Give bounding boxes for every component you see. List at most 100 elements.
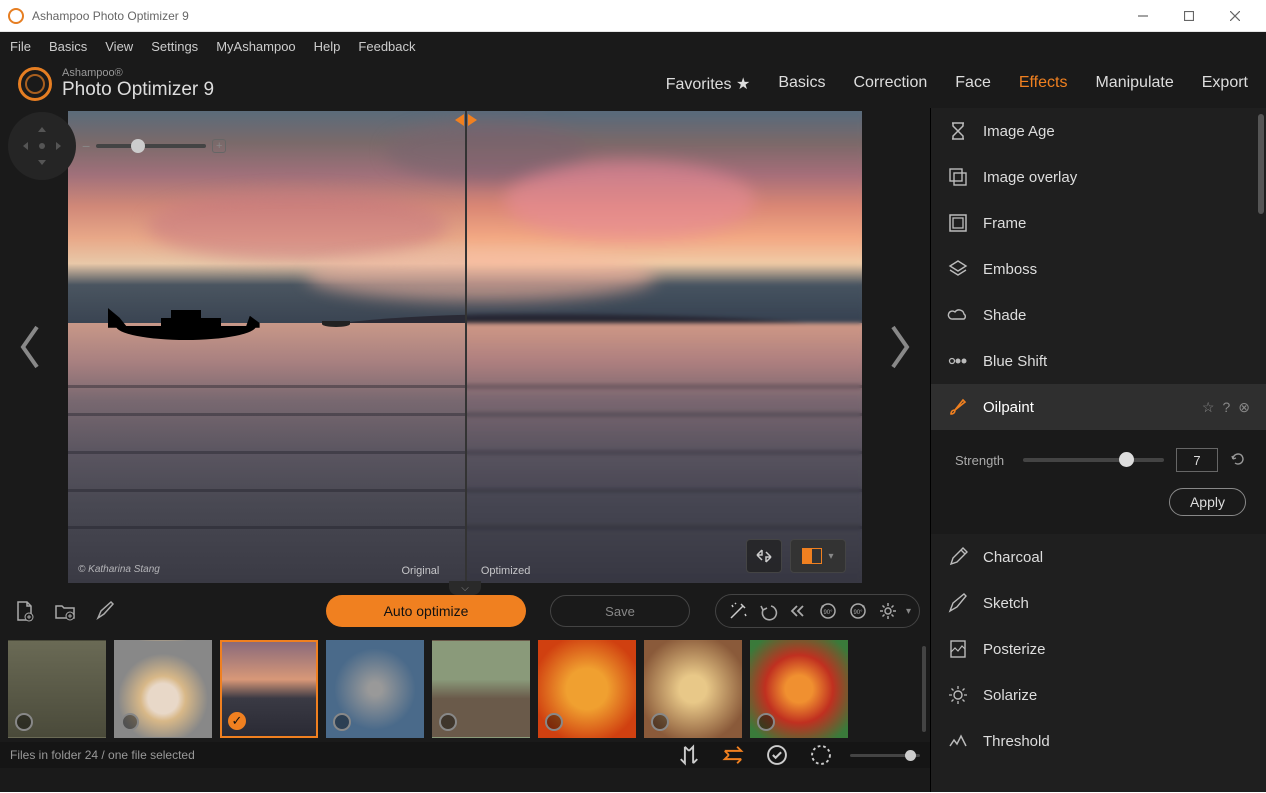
zoom-track[interactable] (96, 144, 206, 148)
rotate-right-button[interactable]: 90° (844, 596, 872, 626)
pencil2-icon (947, 592, 969, 614)
pan-control[interactable] (8, 112, 76, 180)
brand: Ashampoo® Photo Optimizer 9 (18, 67, 214, 101)
emboss-icon (947, 258, 969, 280)
zoom-out-icon[interactable]: − (82, 138, 90, 154)
effect-charcoal[interactable]: Charcoal (931, 534, 1266, 580)
tab-favorites[interactable]: Favorites ★ (666, 74, 751, 94)
tool-dropdown-icon[interactable]: ▾ (906, 606, 911, 617)
thumbnail[interactable] (8, 640, 106, 738)
menu-file[interactable]: File (10, 39, 31, 54)
effect-oilpaint[interactable]: Oilpaint ☆ ? ⊗ (931, 384, 1266, 430)
effect-posterize[interactable]: Posterize (931, 626, 1266, 672)
sun-icon (947, 684, 969, 706)
thumbnail[interactable]: ✓ (220, 640, 318, 738)
strength-input[interactable] (1176, 448, 1218, 472)
thumbnail[interactable] (750, 640, 848, 738)
settings-gear-button[interactable] (874, 596, 902, 626)
brush-icon (947, 396, 969, 418)
apply-button[interactable]: Apply (1169, 488, 1246, 516)
app-icon (8, 8, 24, 24)
menubar: File Basics View Settings MyAshampoo Hel… (0, 32, 1266, 60)
thumbnail[interactable] (326, 640, 424, 738)
overlay-icon (947, 166, 969, 188)
image-viewport[interactable]: © Katharina Stang Original Optimized (68, 111, 862, 583)
menu-view[interactable]: View (105, 39, 133, 54)
save-button[interactable]: Save (550, 595, 690, 627)
menu-basics[interactable]: Basics (49, 39, 87, 54)
canvas-area: − + (0, 108, 930, 586)
compare-mode-button[interactable] (790, 539, 846, 573)
selected-check-icon: ✓ (228, 712, 246, 730)
optimized-overlay (465, 111, 862, 583)
image-credit: © Katharina Stang (78, 564, 160, 575)
sort-vertical-button[interactable] (674, 740, 704, 770)
deselect-all-button[interactable] (806, 740, 836, 770)
favorite-star-icon[interactable]: ☆ (1202, 399, 1215, 416)
cloud-icon (947, 304, 969, 326)
thumbnail[interactable] (114, 640, 212, 738)
tab-effects[interactable]: Effects (1019, 74, 1068, 94)
select-all-button[interactable] (762, 740, 792, 770)
thumbnail[interactable] (538, 640, 636, 738)
thumbnail-size-slider[interactable] (850, 754, 920, 757)
strength-reset-button[interactable] (1230, 451, 1246, 470)
menu-feedback[interactable]: Feedback (358, 39, 415, 54)
help-icon[interactable]: ? (1222, 399, 1230, 416)
effect-image-overlay[interactable]: Image overlay (931, 154, 1266, 200)
effect-sketch[interactable]: Sketch (931, 580, 1266, 626)
undo-button[interactable] (754, 596, 782, 626)
effect-parameters: Strength Apply (931, 430, 1266, 534)
effects-panel: Image Age Image overlay Frame Emboss Sha… (930, 108, 1266, 792)
thumb-scrollbar[interactable] (922, 646, 926, 732)
menu-settings[interactable]: Settings (151, 39, 198, 54)
strength-slider[interactable] (1023, 458, 1164, 462)
threshold-icon (947, 730, 969, 752)
brand-line2: Photo Optimizer 9 (62, 79, 214, 101)
window-title: Ashampoo Photo Optimizer 9 (32, 9, 1120, 23)
menu-myashampoo[interactable]: MyAshampoo (216, 39, 295, 54)
tab-face[interactable]: Face (955, 74, 991, 94)
undo-all-button[interactable] (784, 596, 812, 626)
effect-frame[interactable]: Frame (931, 200, 1266, 246)
collapse-panel-button[interactable]: ⌵ (449, 581, 481, 595)
status-bar: Files in folder 24 / one file selected (0, 742, 930, 768)
thumbnail[interactable] (644, 640, 742, 738)
effect-threshold[interactable]: Threshold (931, 718, 1266, 764)
tool-cluster: 90° 90° ▾ (715, 594, 920, 628)
tab-manipulate[interactable]: Manipulate (1095, 74, 1173, 94)
window-minimize-button[interactable] (1120, 0, 1166, 32)
prev-image-button[interactable] (0, 322, 60, 372)
auto-optimize-button[interactable]: Auto optimize (326, 595, 526, 627)
effect-blue-shift[interactable]: Blue Shift (931, 338, 1266, 384)
compare-divider[interactable] (465, 111, 467, 583)
next-image-button[interactable] (870, 322, 930, 372)
zoom-slider[interactable]: − + (82, 138, 226, 154)
zoom-in-icon[interactable]: + (212, 139, 226, 153)
magic-wand-button[interactable] (724, 596, 752, 626)
menu-help[interactable]: Help (314, 39, 341, 54)
sort-horizontal-button[interactable] (718, 740, 748, 770)
effect-shade[interactable]: Shade (931, 292, 1266, 338)
frame-icon (947, 212, 969, 234)
status-text: Files in folder 24 / one file selected (10, 748, 195, 762)
collapse-compare-button[interactable] (746, 539, 782, 573)
effect-image-age[interactable]: Image Age (931, 108, 1266, 154)
effect-emboss[interactable]: Emboss (931, 246, 1266, 292)
brush-tool-button[interactable] (90, 596, 120, 626)
reset-effect-icon[interactable]: ⊗ (1238, 399, 1250, 416)
tab-export[interactable]: Export (1202, 74, 1248, 94)
window-maximize-button[interactable] (1166, 0, 1212, 32)
panel-scrollbar[interactable] (1258, 114, 1264, 214)
add-folder-button[interactable] (50, 596, 80, 626)
brand-logo-icon (18, 67, 52, 101)
main-tabs: Favorites ★ Basics Correction Face Effec… (666, 74, 1248, 94)
tab-basics[interactable]: Basics (778, 74, 825, 94)
add-file-button[interactable] (10, 596, 40, 626)
dots-icon (947, 350, 969, 372)
thumbnail[interactable] (432, 640, 530, 738)
rotate-left-button[interactable]: 90° (814, 596, 842, 626)
window-close-button[interactable] (1212, 0, 1258, 32)
tab-correction[interactable]: Correction (853, 74, 927, 94)
effect-solarize[interactable]: Solarize (931, 672, 1266, 718)
